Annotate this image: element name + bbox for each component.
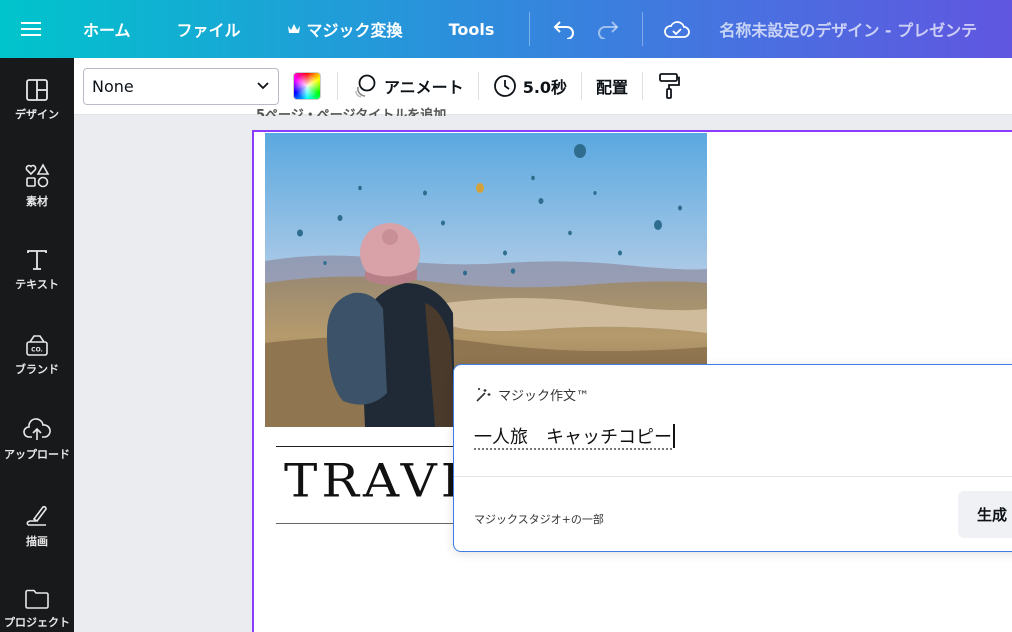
animate-icon <box>355 74 376 98</box>
sidebar-item-text[interactable]: テキスト <box>0 248 74 292</box>
svg-text:CO.: CO. <box>31 347 43 354</box>
undo-icon[interactable] <box>542 9 586 49</box>
divider <box>276 523 476 524</box>
divider <box>581 72 583 100</box>
generate-button[interactable]: 生成 <box>958 491 1012 538</box>
sidebar-item-draw[interactable]: 描画 <box>0 503 74 549</box>
folder-icon <box>25 589 49 609</box>
duration-label: 5.0秒 <box>522 78 568 97</box>
sidebar-item-elements[interactable]: 素材 <box>0 163 74 209</box>
home-menu[interactable]: ホーム <box>62 17 154 41</box>
sidebar-item-uploads[interactable]: アップロード <box>0 418 74 462</box>
font-select-value: None <box>92 76 134 96</box>
sidebar-item-label: 描画 <box>26 535 48 548</box>
redo-icon[interactable] <box>586 9 630 49</box>
sidebar-item-projects[interactable]: プロジェクト <box>0 588 74 630</box>
sidebar-item-label: 素材 <box>26 195 48 208</box>
copy-style-button[interactable] <box>657 72 681 100</box>
position-button[interactable]: 配置 <box>596 74 628 98</box>
chevron-down-icon <box>257 82 269 90</box>
page-title-placeholder[interactable]: 5ページ・ページタイトルを追加 <box>256 104 446 116</box>
paint-roller-icon <box>659 73 680 99</box>
magic-switch-menu[interactable]: マジック変換 <box>264 17 426 41</box>
sidebar-item-label: ブランド <box>15 363 59 376</box>
left-sidebar: デザイン 素材 テキスト CO. ブランド アップロード 描画 プロジェクト <box>0 58 74 632</box>
file-menu[interactable]: ファイル <box>154 17 264 41</box>
animate-label: アニメート <box>384 78 464 97</box>
sidebar-item-label: アップロード <box>4 448 70 461</box>
magic-switch-label: マジック変換 <box>306 21 403 40</box>
shapes-icon <box>25 163 50 188</box>
magic-write-title: マジック作文™ <box>498 389 590 404</box>
prompt-text: 一人旅 キャッチコピー <box>474 427 672 448</box>
cloud-saved-icon[interactable] <box>655 9 699 49</box>
divider <box>642 12 644 46</box>
divider <box>477 72 479 100</box>
animate-button[interactable]: アニメート <box>352 73 464 99</box>
document-title[interactable]: 名称未設定のデザイン - プレゼンテ <box>699 17 977 41</box>
text-cursor <box>673 424 675 448</box>
magic-write-header: マジック作文™ <box>474 385 589 404</box>
font-select[interactable]: None <box>83 67 279 105</box>
context-toolbar: None アニメート 5.0秒 配置 <box>74 58 1012 115</box>
brand-icon: CO. <box>26 335 48 356</box>
crown-icon <box>287 24 300 33</box>
sidebar-item-label: プロジェクト <box>4 616 70 629</box>
sidebar-item-label: デザイン <box>15 108 59 121</box>
magic-studio-note: マジックスタジオ+の一部 <box>474 513 604 526</box>
sidebar-item-design[interactable]: デザイン <box>0 78 74 122</box>
text-icon <box>27 250 47 270</box>
top-bar: ホーム ファイル マジック変換 Tools 名称未設定のデザイン - プレゼンテ <box>0 0 1012 58</box>
sidebar-item-label: テキスト <box>15 278 59 291</box>
upload-icon <box>23 418 51 440</box>
layout-icon <box>26 79 48 101</box>
divider <box>529 12 531 46</box>
magic-write-input[interactable]: 一人旅 キャッチコピー <box>474 423 675 449</box>
divider <box>337 72 338 100</box>
sidebar-item-brand[interactable]: CO. ブランド <box>0 333 74 377</box>
hamburger-menu-icon[interactable] <box>0 0 62 58</box>
divider <box>454 476 1012 477</box>
divider <box>276 446 476 447</box>
divider <box>642 72 644 100</box>
draw-icon <box>26 505 47 526</box>
tools-menu[interactable]: Tools <box>426 20 518 39</box>
duration-button[interactable]: 5.0秒 <box>493 74 567 98</box>
magic-wand-icon <box>476 387 491 402</box>
text-color-button[interactable] <box>293 72 321 100</box>
magic-write-panel: マジック作文™ 一人旅 キャッチコピー マジックスタジオ+の一部 生成 <box>453 364 1012 552</box>
clock-icon <box>493 75 516 97</box>
